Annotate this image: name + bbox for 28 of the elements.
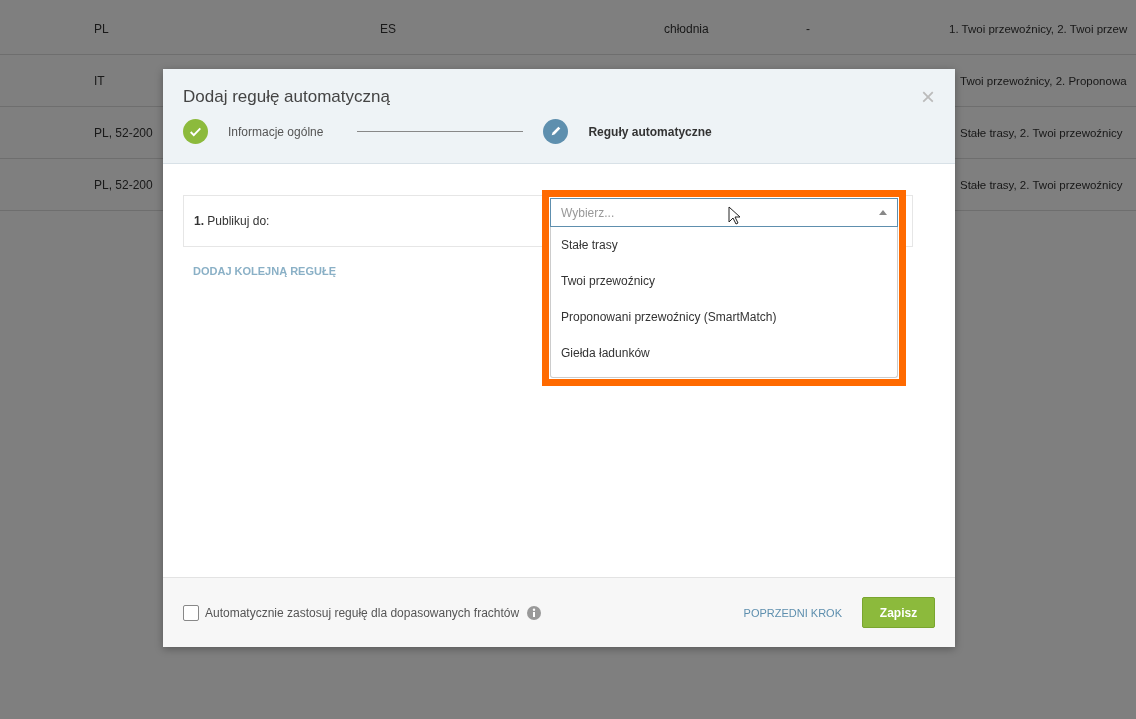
caret-icon: [879, 210, 887, 215]
table-cell: PL, 52-200: [94, 177, 153, 192]
table-cell: ES: [380, 21, 396, 36]
cursor-icon: [728, 206, 740, 225]
checkbox-label: Automatycznie zastosuj regułę dla dopasowanych frachtów: [205, 605, 520, 620]
dialog-title: Dodaj regułę automatyczną: [183, 87, 390, 107]
checkbox[interactable]: [183, 604, 199, 621]
dropdown-option[interactable]: Stałe trasy: [551, 229, 897, 265]
table-cell: IT: [94, 73, 105, 88]
table-cell: chłodnia: [664, 21, 709, 36]
step-label: Reguły automatyczne: [588, 124, 712, 139]
table-cell: PL, 52-200: [94, 125, 153, 140]
step-label: Informacje ogólne: [228, 124, 324, 139]
save-button[interactable]: Zapisz: [862, 597, 935, 628]
table-cell: -: [806, 21, 810, 36]
info-icon: [527, 605, 542, 620]
select-field[interactable]: Wybierz...: [550, 198, 898, 227]
table-cell: 1. Twoi przewoźnicy, 2. Twoi przew: [949, 22, 1128, 35]
table-cell: Stałe trasy, 2. Twoi przewoźnicy: [960, 178, 1123, 191]
dropdown-option[interactable]: Proponowani przewoźnicy (SmartMatch): [551, 301, 897, 337]
previous-step-link[interactable]: POPRZEDNI KROK: [743, 606, 842, 619]
dropdown-option[interactable]: Giełda ładunków: [551, 337, 897, 373]
table-cell: Twoi przewoźnicy, 2. Proponowa: [960, 74, 1127, 87]
rule-label: 1. Publikuj do:: [194, 214, 270, 228]
table-cell: Stałe trasy, 2. Twoi przewoźnicy: [960, 126, 1123, 139]
dropdown-option[interactable]: Twoi przewoźnicy: [551, 265, 897, 301]
table-cell: PL: [94, 21, 109, 36]
add-rule-link[interactable]: DODAJ KOLEJNĄ REGUŁĘ: [193, 265, 337, 277]
